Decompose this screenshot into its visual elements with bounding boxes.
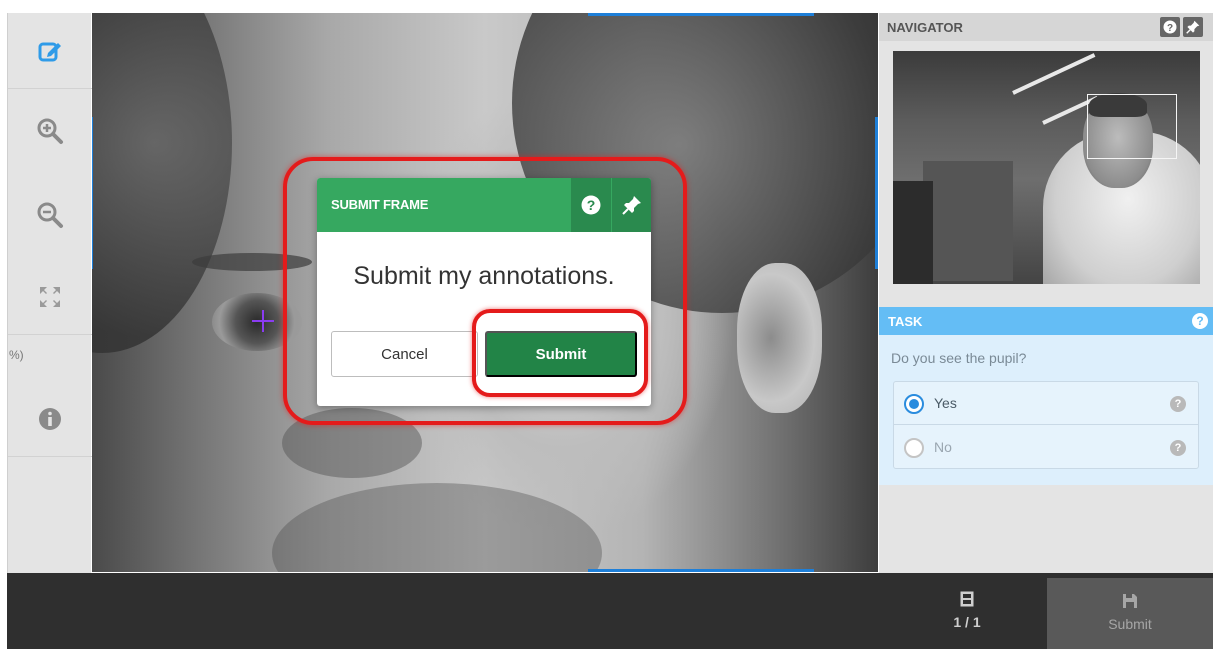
radio-no[interactable] bbox=[904, 438, 924, 458]
task-question: Do you see the pupil? bbox=[891, 350, 1027, 366]
cancel-button[interactable]: Cancel bbox=[331, 331, 478, 377]
background-figure bbox=[893, 181, 933, 284]
film-frame-icon bbox=[960, 591, 974, 607]
info-icon bbox=[39, 407, 61, 430]
edit-square-icon bbox=[38, 42, 61, 61]
pin-icon bbox=[1186, 20, 1200, 34]
submit-frame-dialog: SUBMIT FRAME ? Submit my annotations. Ca… bbox=[317, 178, 651, 406]
bottom-submit-button[interactable]: Submit bbox=[1047, 578, 1213, 649]
question-icon: ? bbox=[581, 195, 601, 215]
option-help-icon[interactable]: ? bbox=[1170, 440, 1186, 456]
bottom-submit-label: Submit bbox=[1108, 616, 1152, 632]
navigator-thumbnail[interactable] bbox=[893, 51, 1200, 284]
submit-button[interactable]: Submit bbox=[485, 331, 637, 377]
expand-arrows-icon bbox=[40, 286, 60, 307]
dialog-help-button[interactable]: ? bbox=[571, 178, 611, 232]
annotation-app: %) SUBMIT FRAME ? Submit my annotations.… bbox=[0, 0, 1213, 649]
zoom-out-tool[interactable] bbox=[8, 177, 92, 253]
info-tool[interactable] bbox=[8, 381, 92, 457]
beard-shadow bbox=[272, 483, 602, 572]
navigator-header: NAVIGATOR ? bbox=[879, 13, 1213, 41]
left-toolbar: %) bbox=[7, 13, 92, 573]
navigator-help-button[interactable]: ? bbox=[1160, 17, 1180, 37]
nose-shadow bbox=[282, 408, 422, 478]
zoom-readout: %) bbox=[9, 348, 24, 362]
zoom-in-tool[interactable] bbox=[8, 93, 92, 169]
option-label: Yes bbox=[934, 395, 957, 411]
dialog-pin-button[interactable] bbox=[612, 178, 651, 232]
svg-text:?: ? bbox=[1167, 23, 1173, 34]
pupil-crosshair-marker[interactable] bbox=[252, 310, 274, 332]
frame-count-text: 1 / 1 bbox=[953, 614, 981, 630]
dialog-header: SUBMIT FRAME ? bbox=[317, 178, 651, 232]
frame-handle-top[interactable] bbox=[588, 13, 814, 16]
ceiling-light bbox=[1012, 53, 1096, 95]
background-shelf bbox=[923, 161, 1013, 281]
ear-region bbox=[737, 263, 822, 413]
pin-icon bbox=[622, 196, 641, 215]
hair-shadow bbox=[92, 13, 232, 353]
option-help-icon[interactable]: ? bbox=[1170, 396, 1186, 412]
task-title: TASK bbox=[888, 314, 923, 329]
navigator-title: NAVIGATOR bbox=[887, 20, 963, 35]
answer-options: Yes ? No ? bbox=[893, 381, 1199, 469]
frame-handle-right[interactable] bbox=[875, 117, 878, 269]
left-brow bbox=[192, 253, 312, 271]
navigator-pin-button[interactable] bbox=[1183, 17, 1203, 37]
option-yes[interactable]: Yes ? bbox=[894, 382, 1198, 425]
save-icon bbox=[1123, 594, 1137, 608]
fit-tool[interactable] bbox=[8, 259, 92, 335]
dialog-message: Submit my annotations. bbox=[353, 262, 615, 290]
bottom-bar: 1 / 1 Submit bbox=[7, 573, 1213, 649]
radio-yes[interactable] bbox=[904, 394, 924, 414]
option-label: No bbox=[934, 439, 952, 455]
dialog-title: SUBMIT FRAME bbox=[331, 197, 429, 212]
navigator-viewport-box[interactable] bbox=[1087, 94, 1177, 159]
frame-handle-bottom[interactable] bbox=[588, 569, 814, 572]
frame-counter[interactable]: 1 / 1 bbox=[932, 591, 1002, 630]
task-header: TASK ? bbox=[879, 307, 1213, 335]
zoom-in-icon bbox=[37, 118, 63, 144]
task-body: Do you see the pupil? Yes ? No ? bbox=[879, 335, 1213, 485]
svg-text:?: ? bbox=[587, 197, 596, 213]
question-icon: ? bbox=[1163, 20, 1177, 34]
frame-handle-left[interactable] bbox=[92, 117, 93, 269]
option-no[interactable]: No ? bbox=[894, 426, 1198, 469]
zoom-out-icon bbox=[37, 202, 63, 228]
right-panel: NAVIGATOR ? TASK ? Do you see the pupil?… bbox=[879, 13, 1213, 573]
annotate-tool[interactable] bbox=[8, 13, 92, 89]
task-help-icon[interactable]: ? bbox=[1192, 313, 1208, 329]
